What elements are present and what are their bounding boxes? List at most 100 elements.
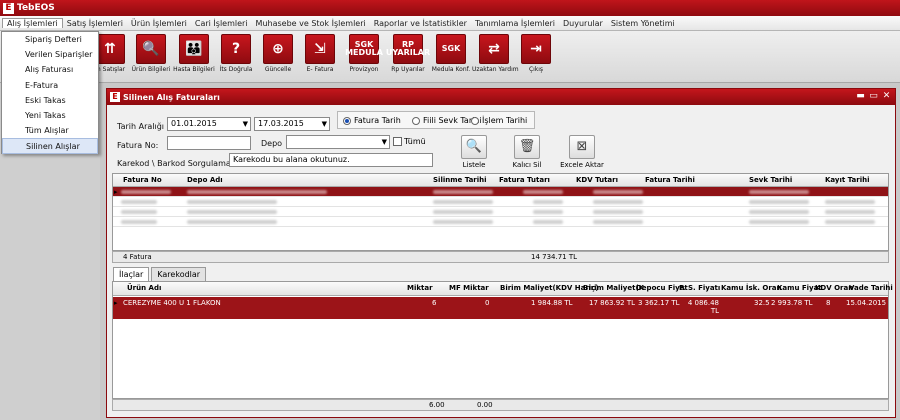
invoice-no-field[interactable]: [167, 136, 251, 150]
table-row[interactable]: [113, 217, 888, 227]
excel-icon: ⊠: [569, 135, 595, 159]
col-kayit-tarihi[interactable]: Kayıt Tarihi: [825, 176, 870, 184]
table-row[interactable]: [113, 197, 888, 207]
col-kdv-tutari[interactable]: KDV Tutarı: [576, 176, 618, 184]
satislar-icon: ⇈: [95, 34, 125, 64]
list-button[interactable]: 🔍 Listele: [449, 135, 499, 169]
menu-sistem-yonetimi[interactable]: Sistem Yönetimi: [607, 19, 679, 28]
toolbar-medula-konf[interactable]: SGK Medula Konf.: [429, 34, 473, 73]
toolbar-its-dogrula[interactable]: ? İts Doğrula: [214, 34, 258, 73]
date-from-field[interactable]: 01.01.2015 ▼: [167, 117, 251, 131]
invoice-no-label: Fatura No:: [117, 141, 159, 150]
col-vade-tarihi[interactable]: Vade Tarihi: [849, 284, 893, 292]
sgk-seal-icon: SGK: [436, 34, 466, 64]
invoices-grid-header: Fatura No Depo Adı Silinme Tarihi Fatura…: [113, 174, 888, 187]
toolbar-uzaktan-yardim[interactable]: ⇄ Uzaktan Yardım: [472, 34, 519, 73]
maximize-icon[interactable]: ▭: [868, 91, 879, 102]
minimize-icon[interactable]: ▬: [855, 91, 866, 102]
date-to-field[interactable]: 17.03.2015 ▼: [254, 117, 330, 131]
main-menubar: Alış İşlemleri Satış İşlemleri Ürün İşle…: [0, 16, 900, 31]
tab-karekodlar[interactable]: Karekodlar: [151, 267, 207, 281]
detail-tabs: İlaçlar Karekodlar: [113, 267, 208, 281]
toolbar-e-fatura[interactable]: ⇲ E- Fatura: [298, 34, 342, 73]
menu-item-eski-takas[interactable]: Eski Takas: [2, 93, 98, 108]
dropdown-arrow-icon: ▼: [242, 120, 248, 128]
col-urun-adi[interactable]: Ürün Adı: [127, 284, 161, 292]
menu-raporlar[interactable]: Raporlar ve İstatistikler: [370, 19, 471, 28]
all-depots-checkbox[interactable]: Tümü: [393, 137, 426, 146]
menu-item-e-fatura[interactable]: E-Fatura: [2, 78, 98, 93]
menu-item-yeni-takas[interactable]: Yeni Takas: [2, 108, 98, 123]
col-silinme-tarihi[interactable]: Silinme Tarihi: [433, 176, 487, 184]
toolbar-urun-bilgileri[interactable]: 🔍 Ürün Bilgileri: [129, 34, 173, 73]
toolbar-hasta-bilgileri[interactable]: 👪 Hasta Bilgileri: [172, 34, 216, 73]
close-icon[interactable]: ✕: [881, 91, 892, 102]
window-titlebar: E Silinen Alış Faturaları: [107, 89, 895, 105]
toolbar-guncelle[interactable]: ⊕ Güncelle: [256, 34, 300, 73]
menu-item-alis-faturasi[interactable]: Alış Faturası: [2, 62, 98, 77]
checkbox-icon: [393, 137, 402, 146]
window-title: Silinen Alış Faturaları: [123, 92, 220, 102]
radio-islem-tarihi[interactable]: İşlem Tarihi: [471, 116, 527, 125]
window-controls: ▬ ▭ ✕: [855, 91, 892, 102]
remote-help-icon: ⇄: [479, 34, 509, 64]
invoice-icon: ⇲: [305, 34, 335, 64]
rp-warnings-icon: RP UYARILAR: [386, 34, 430, 64]
invoices-grid: Fatura No Depo Adı Silinme Tarihi Fatura…: [112, 173, 889, 251]
menu-item-tum-alislar[interactable]: Tüm Alışlar: [2, 123, 98, 138]
globe-icon: ⊕: [263, 34, 293, 64]
sum-quantity: 6.00: [429, 401, 445, 409]
date-type-group: Fatura Tarih Fiili Sevk Tarihi İşlem Tar…: [337, 111, 535, 129]
menu-item-siparis-defteri[interactable]: Sipariş Defteri: [2, 32, 98, 47]
col-fatura-no[interactable]: Fatura No: [123, 176, 162, 184]
app-titlebar: E TebEOS: [0, 0, 900, 16]
export-excel-button[interactable]: ⊠ Excele Aktar: [557, 135, 607, 169]
row-pointer-icon: ▸: [114, 188, 118, 196]
permanent-delete-button[interactable]: 🗑 Kalıcı Sil: [502, 135, 552, 169]
items-grid-header: Ürün Adı Miktar MF Miktar Birim Maliyet(…: [113, 282, 893, 296]
table-row[interactable]: ▸ CEREZYME 400 U 1 FLAKON 6 0 1 984.88 T…: [113, 297, 888, 319]
menu-item-verilen-siparisler[interactable]: Verilen Siparişler: [2, 47, 98, 62]
sum-mf-quantity: 0.00: [477, 401, 493, 409]
toolbar-provizyon[interactable]: SGK MEDULA Provizyon: [342, 34, 386, 73]
toolbar-cikis[interactable]: ⇥ Çıkış: [514, 34, 558, 73]
col-kamu-isk-oran[interactable]: Kamu İsk. Oran: [721, 284, 782, 292]
col-mf-miktar[interactable]: MF Miktar: [449, 284, 489, 292]
menu-alis-islemleri[interactable]: Alış İşlemleri: [2, 18, 63, 28]
col-miktar[interactable]: Miktar: [407, 284, 433, 292]
radio-icon: [471, 116, 479, 125]
invoice-count: 4 Fatura: [123, 253, 152, 261]
menu-muhasebe-stok[interactable]: Muhasebe ve Stok İşlemleri: [252, 19, 370, 28]
menu-item-silinen-alislar[interactable]: Silinen Alışlar: [2, 138, 98, 154]
col-birim-maliyet-kdv[interactable]: Birim Maliyet(K: [583, 284, 644, 292]
exit-icon: ⇥: [521, 34, 551, 64]
menu-urun-islemleri[interactable]: Ürün İşlemleri: [127, 19, 191, 28]
col-ps-fiyati[interactable]: P. S. Fiyatı: [679, 284, 720, 292]
col-fatura-tutari[interactable]: Fatura Tutarı: [499, 176, 550, 184]
col-fatura-tarihi[interactable]: Fatura Tarihi: [645, 176, 695, 184]
row-pointer-icon: ▸: [114, 299, 118, 307]
menu-tanimlama[interactable]: Tanımlama İşlemleri: [471, 19, 559, 28]
table-row[interactable]: [113, 207, 888, 217]
col-kdv-oran[interactable]: KDV Oran: [815, 284, 853, 292]
menu-cari-islemleri[interactable]: Cari İşlemleri: [191, 19, 252, 28]
main-toolbar: ⇈ m Satışlar 🔍 Ürün Bilgileri 👪 Hasta Bilgi…: [0, 31, 900, 83]
col-depo-adi[interactable]: Depo Adı: [187, 176, 223, 184]
invoice-total: 14 734.71 TL: [531, 253, 578, 261]
silinen-alis-faturalari-window: E Silinen Alış Faturaları ▬ ▭ ✕ Tarih Ar…: [106, 88, 896, 418]
trash-icon: 🗑: [514, 135, 540, 159]
tab-ilaclar[interactable]: İlaçlar: [113, 267, 150, 281]
depot-select[interactable]: ▼: [286, 135, 390, 149]
alis-islemleri-dropdown: Sipariş Defteri Verilen Siparişler Alış …: [1, 31, 99, 154]
barcode-input[interactable]: Karekodu bu alana okutunuz.: [229, 153, 433, 167]
barcode-label: Karekod \ Barkod Sorgulama: [117, 159, 231, 168]
toolbar-rp-uyarilar[interactable]: RP UYARILAR Rp Uyarılar: [386, 34, 430, 73]
radio-fatura-tarih[interactable]: Fatura Tarih: [343, 116, 401, 125]
dropdown-arrow-icon: ▼: [381, 138, 387, 146]
col-sevk-tarihi[interactable]: Sevk Tarihi: [749, 176, 792, 184]
window-logo-icon: E: [110, 92, 120, 102]
menu-satis-islemleri[interactable]: Satış İşlemleri: [63, 19, 127, 28]
table-row[interactable]: ▸: [113, 187, 888, 197]
menu-duyurular[interactable]: Duyurular: [559, 19, 607, 28]
items-grid-footer: 6.00 0.00: [112, 399, 889, 411]
